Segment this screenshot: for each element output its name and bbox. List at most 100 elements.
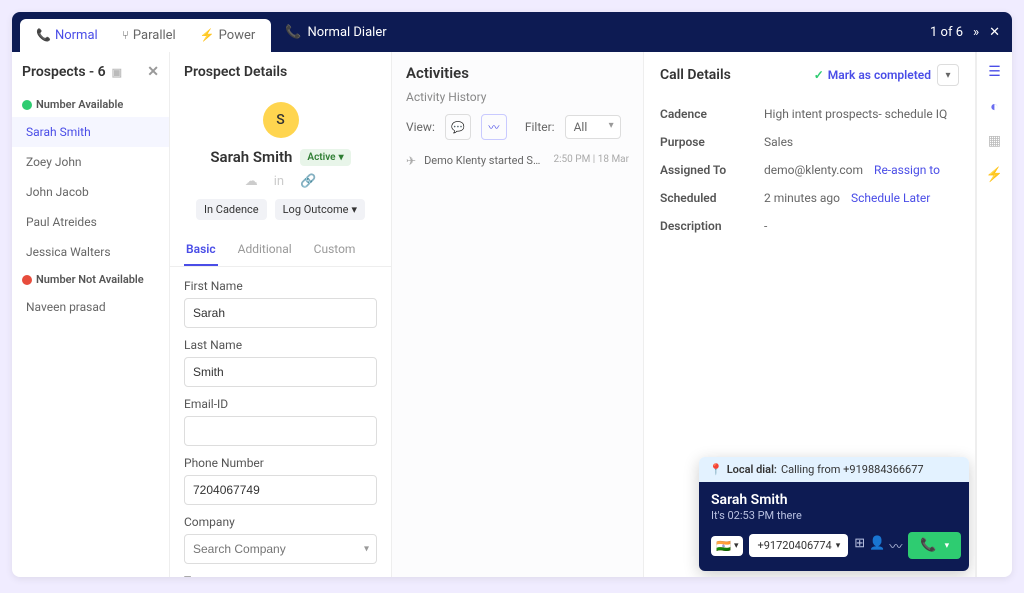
assigned-to-value: demo@klenty.com [764, 163, 863, 177]
red-dot-icon [22, 275, 32, 285]
dialer-text: Normal Dialer [307, 25, 386, 40]
tab-label: Normal [55, 28, 98, 43]
dialer-label: 📞 Normal Dialer [285, 25, 386, 40]
scheduled-value: 2 minutes ago [764, 191, 840, 205]
forward-icon[interactable]: » [973, 25, 979, 40]
chevron-down-icon: ▾ [836, 541, 841, 551]
cloud-icon[interactable]: ☁ [245, 174, 258, 189]
local-dial-prefix: Local dial: [727, 463, 777, 476]
view-chat-button[interactable]: 💬 [445, 114, 471, 140]
view-label: View: [406, 120, 435, 134]
email-input[interactable] [184, 416, 377, 446]
close-icon[interactable]: ✕ [989, 25, 1000, 40]
chevron-down-icon: ▾ [945, 541, 950, 551]
last-name-input[interactable] [184, 357, 377, 387]
local-dial-banner: 📍 Local dial: Calling from +919884366677 [699, 457, 969, 482]
flag-icon: 🇮🇳 [716, 539, 731, 553]
prospect-item[interactable]: Sarah Smith [12, 117, 169, 147]
linkedin-icon[interactable]: in [274, 174, 284, 189]
view-pulse-button[interactable]: 〰 [481, 114, 507, 140]
pulse-icon[interactable]: 〰 [889, 536, 902, 555]
parallel-icon: ⑂ [122, 28, 129, 42]
close-prospects-icon[interactable]: ✕ [147, 64, 159, 80]
call-counter: 1 of 6 [930, 25, 963, 40]
cadence-label: Cadence [660, 107, 764, 121]
prospect-item[interactable]: Naveen prasad [12, 292, 169, 322]
company-label: Company [184, 515, 377, 529]
phone-input[interactable] [184, 475, 377, 505]
status-text: Active [307, 152, 335, 163]
available-header: Number Available [12, 92, 169, 117]
prospect-details-panel: Prospect Details S Sarah Smith Active ▾ … [170, 52, 392, 577]
unavailable-label: Number Not Available [36, 273, 144, 286]
send-icon: ✈ [406, 154, 416, 168]
person-icon[interactable]: 👤 [869, 536, 885, 555]
prospect-item[interactable]: John Jacob [12, 177, 169, 207]
prospect-item[interactable]: Zoey John [12, 147, 169, 177]
log-outcome-button[interactable]: Log Outcome ▾ [275, 199, 365, 220]
right-rail: ☰ ◐ ▦ ⚡ [976, 52, 1012, 577]
call-widget-time: It's 02:53 PM there [711, 509, 957, 522]
country-select[interactable]: 🇮🇳 ▾ [711, 536, 743, 556]
filter-select[interactable]: All [565, 115, 621, 139]
prospect-name: Sarah Smith [210, 148, 292, 166]
call-details-title: Call Details [660, 67, 731, 83]
description-label: Description [660, 219, 764, 233]
filter-label: Filter: [525, 120, 555, 134]
call-widget: 📍 Local dial: Calling from +919884366677… [699, 457, 969, 571]
rail-note-icon[interactable]: ▦ [988, 133, 1001, 149]
check-icon: ✓ [814, 68, 824, 82]
power-icon: ⚡ [200, 28, 215, 42]
schedule-later-link[interactable]: Schedule Later [851, 191, 930, 205]
in-cadence-badge: In Cadence [196, 199, 267, 220]
phone-number-text: +91720406774 [757, 539, 831, 552]
dialpad-icon[interactable]: ⊞ [854, 536, 865, 555]
phone-label: Phone Number [184, 456, 377, 470]
details-title: Prospect Details [170, 52, 391, 92]
phone-icon: 📞 [285, 25, 301, 40]
call-button[interactable]: 📞 ▾ [908, 532, 961, 559]
rail-bolt-icon[interactable]: ⚡ [986, 167, 1003, 183]
subtab-additional[interactable]: Additional [236, 234, 294, 266]
call-widget-name: Sarah Smith [711, 492, 957, 508]
chevron-down-icon: ▾ [339, 152, 344, 163]
tab-parallel[interactable]: ⑂ Parallel [112, 23, 186, 48]
mode-tab-group: 📞 Normal ⑂ Parallel ⚡ Power [20, 19, 271, 52]
chevron-down-icon: ▾ [351, 203, 357, 216]
activity-text: Demo Klenty started Sarah Smit... [424, 154, 545, 167]
rail-list-icon[interactable]: ☰ [988, 64, 1001, 80]
stack-icon[interactable]: ▣ [112, 66, 122, 79]
tab-power[interactable]: ⚡ Power [190, 23, 266, 48]
assigned-to-label: Assigned To [660, 163, 764, 177]
phone-icon: 📞 [36, 28, 51, 42]
prospect-item[interactable]: Paul Atreides [12, 207, 169, 237]
rail-clock-icon[interactable]: ◐ [990, 98, 998, 115]
unavailable-header: Number Not Available [12, 267, 169, 292]
pin-icon: 📍 [709, 463, 723, 476]
activity-time: 2:50 PM | 18 Mar [554, 154, 630, 165]
call-details-panel: Call Details ✓ Mark as completed ▾ Caden… [644, 52, 976, 577]
reassign-link[interactable]: Re-assign to [874, 163, 940, 177]
chevron-down-icon: ▾ [364, 544, 369, 555]
status-pill[interactable]: Active ▾ [300, 149, 350, 166]
phone-number-select[interactable]: +91720406774 ▾ [749, 534, 848, 557]
first-name-label: First Name [184, 279, 377, 293]
first-name-input[interactable] [184, 298, 377, 328]
log-outcome-label: Log Outcome [283, 203, 349, 216]
tab-label: Power [219, 28, 256, 43]
top-bar: 📞 Normal ⑂ Parallel ⚡ Power 📞 Normal Dia… [12, 12, 1012, 52]
tab-label: Parallel [133, 28, 176, 43]
prospects-title: Prospects - 6 [22, 64, 106, 80]
company-select[interactable] [184, 534, 377, 564]
completed-dropdown[interactable]: ▾ [937, 64, 959, 86]
mark-completed-button[interactable]: ✓ Mark as completed [814, 68, 931, 82]
activities-title: Activities [406, 64, 629, 82]
cadence-value: High intent prospects- schedule IQ [764, 107, 959, 121]
activity-item: ✈ Demo Klenty started Sarah Smit... 2:50… [406, 154, 629, 168]
subtab-custom[interactable]: Custom [312, 234, 358, 266]
link-icon[interactable]: 🔗 [300, 174, 316, 189]
avatar: S [263, 102, 299, 138]
subtab-basic[interactable]: Basic [184, 234, 218, 266]
prospect-item[interactable]: Jessica Walters [12, 237, 169, 267]
tab-normal[interactable]: 📞 Normal [26, 23, 108, 48]
